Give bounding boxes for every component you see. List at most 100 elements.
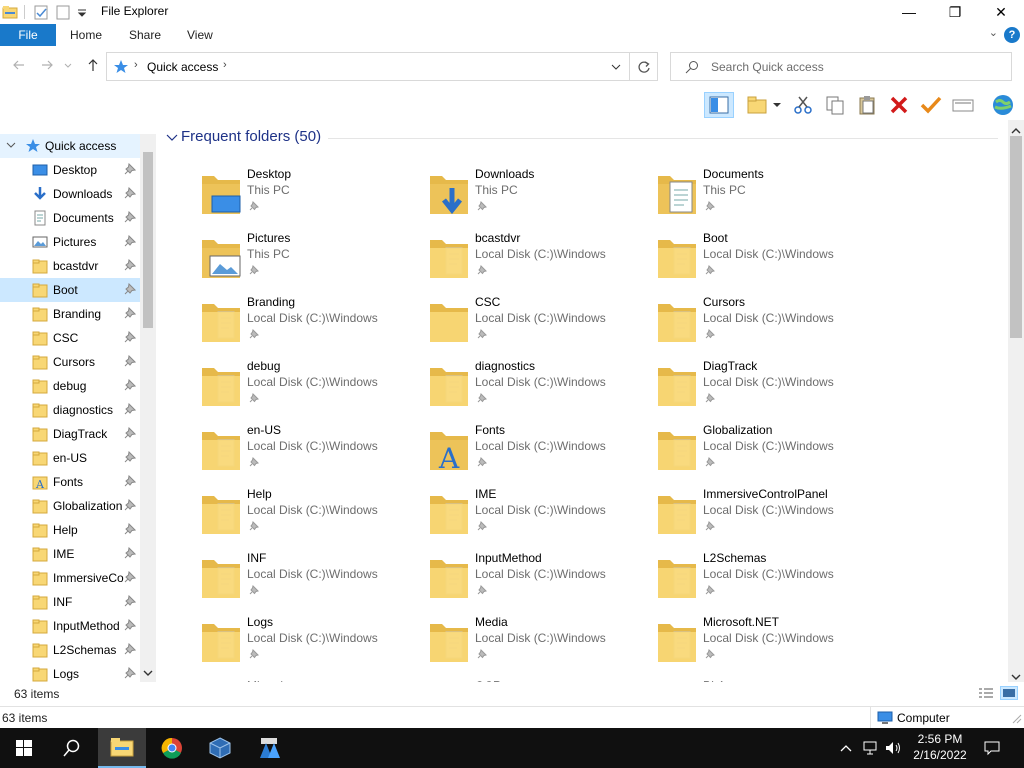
sidebar-item-boot[interactable]: Boot: [0, 278, 140, 302]
pin-icon[interactable]: [124, 474, 137, 487]
folder-tile[interactable]: Desktop This PC: [160, 164, 388, 228]
pin-icon[interactable]: [124, 210, 137, 223]
pin-icon[interactable]: [477, 648, 487, 659]
content-scroll-down-arrow-icon[interactable]: [1011, 670, 1021, 684]
expand-ribbon-chevron-icon[interactable]: ⌄: [989, 26, 998, 39]
network-globe-icon[interactable]: [990, 92, 1016, 118]
folder-tile[interactable]: Pictures This PC: [160, 228, 388, 292]
sidebar-item-l2schemas[interactable]: L2Schemas: [0, 638, 140, 662]
close-button[interactable]: ✕: [978, 0, 1024, 24]
pin-icon[interactable]: [249, 520, 259, 531]
group-collapse-chevron-icon[interactable]: [166, 132, 178, 146]
folder-tile[interactable]: Help Local Disk (C:)\Windows: [160, 484, 388, 548]
pin-icon[interactable]: [124, 402, 137, 415]
up-button[interactable]: [84, 58, 102, 76]
tiles-view-icon[interactable]: [1000, 686, 1018, 700]
cut-icon[interactable]: [790, 92, 816, 118]
preview-pane-icon[interactable]: [704, 92, 734, 118]
pin-icon[interactable]: [124, 378, 137, 391]
sidebar-item-help[interactable]: Help: [0, 518, 140, 542]
sidebar-item-ime[interactable]: IME: [0, 542, 140, 566]
pin-icon[interactable]: [124, 162, 137, 175]
sidebar-scroll-thumb[interactable]: [143, 152, 153, 328]
folder-tile[interactable]: IME Local Disk (C:)\Windows: [388, 484, 616, 548]
folder-tile[interactable]: diagnostics Local Disk (C:)\Windows: [388, 356, 616, 420]
pin-icon[interactable]: [249, 456, 259, 467]
folder-tile[interactable]: debug Local Disk (C:)\Windows: [160, 356, 388, 420]
pin-icon[interactable]: [124, 594, 137, 607]
pin-icon[interactable]: [705, 648, 715, 659]
pin-icon[interactable]: [124, 330, 137, 343]
details-view-icon[interactable]: [978, 687, 994, 702]
sidebar-item-diagnostics[interactable]: diagnostics: [0, 398, 140, 422]
pin-icon[interactable]: [124, 642, 137, 655]
pin-icon[interactable]: [249, 328, 259, 339]
pin-icon[interactable]: [249, 584, 259, 595]
expand-chevron-icon[interactable]: [6, 139, 16, 153]
folder-tile[interactable]: Downloads This PC: [388, 164, 616, 228]
network-icon[interactable]: [860, 728, 882, 768]
folder-tile[interactable]: Migration: [160, 676, 388, 682]
cs-app-taskbar-icon[interactable]: [246, 728, 294, 768]
folder-tile[interactable]: Microsoft.NET Local Disk (C:)\Windows: [616, 612, 844, 676]
search-taskbar-icon[interactable]: [48, 728, 96, 768]
pin-icon[interactable]: [705, 584, 715, 595]
customize-toolbar-icon[interactable]: [77, 4, 93, 20]
pin-icon[interactable]: [249, 200, 259, 211]
breadcrumb-quick-access[interactable]: Quick access: [147, 60, 218, 74]
pin-icon[interactable]: [124, 546, 137, 559]
pin-icon[interactable]: [124, 234, 137, 247]
maximize-button[interactable]: ❐: [932, 0, 978, 24]
sidebar-item-bcastdvr[interactable]: bcastdvr: [0, 254, 140, 278]
pin-icon[interactable]: [124, 426, 137, 439]
resize-grip-icon[interactable]: [1012, 713, 1022, 727]
sidebar-item-downloads[interactable]: Downloads: [0, 182, 140, 206]
pin-icon[interactable]: [705, 520, 715, 531]
back-button[interactable]: [10, 58, 28, 76]
folder-tile[interactable]: ImmersiveControlPanel Local Disk (C:)\Win…: [616, 484, 844, 548]
folder-tile[interactable]: Branding Local Disk (C:)\Windows: [160, 292, 388, 356]
pin-icon[interactable]: [124, 354, 137, 367]
forward-button[interactable]: [38, 58, 56, 76]
pin-icon[interactable]: [124, 618, 137, 631]
folder-tile[interactable]: Media Local Disk (C:)\Windows: [388, 612, 616, 676]
help-button[interactable]: ?: [1004, 27, 1020, 43]
breadcrumb-chevron-icon[interactable]: ›: [223, 59, 227, 71]
folder-tile[interactable]: PLA: [616, 676, 844, 682]
pin-icon[interactable]: [249, 648, 259, 659]
new-item-icon[interactable]: [744, 92, 770, 118]
sidebar-item-desktop[interactable]: Desktop: [0, 158, 140, 182]
sidebar-item-en-us[interactable]: en-US: [0, 446, 140, 470]
delete-icon[interactable]: [886, 92, 912, 118]
pin-icon[interactable]: [705, 456, 715, 467]
volume-icon[interactable]: [882, 728, 904, 768]
new-folder-icon[interactable]: [55, 4, 71, 20]
sidebar-item-fonts[interactable]: A Fonts: [0, 470, 140, 494]
folder-tile[interactable]: Cursors Local Disk (C:)\Windows: [616, 292, 844, 356]
folder-tile[interactable]: InputMethod Local Disk (C:)\Windows: [388, 548, 616, 612]
group-header[interactable]: Frequent folders (50): [181, 128, 321, 145]
address-bar[interactable]: › Quick access ›: [106, 52, 630, 81]
pin-icon[interactable]: [477, 200, 487, 211]
sidebar-item-cursors[interactable]: Cursors: [0, 350, 140, 374]
sidebar-item-logs[interactable]: Logs: [0, 662, 140, 682]
sidebar-item-immersiveco[interactable]: ImmersiveCo: [0, 566, 140, 590]
pin-icon[interactable]: [477, 584, 487, 595]
search-box[interactable]: Search Quick access: [670, 52, 1012, 81]
refresh-button[interactable]: [630, 52, 658, 81]
address-dropdown-icon[interactable]: [611, 61, 621, 75]
show-hidden-icons-chevron-icon[interactable]: [838, 728, 854, 768]
chrome-taskbar-icon[interactable]: [148, 728, 196, 768]
sidebar-item-inf[interactable]: INF: [0, 590, 140, 614]
folder-tile[interactable]: Globalization Local Disk (C:)\Windows: [616, 420, 844, 484]
folder-tile[interactable]: A A Fonts Local Disk (C:)\Windows: [388, 420, 616, 484]
pin-icon[interactable]: [124, 450, 137, 463]
folder-tile[interactable]: en-US Local Disk (C:)\Windows: [160, 420, 388, 484]
sidebar-item-debug[interactable]: debug: [0, 374, 140, 398]
copy-icon[interactable]: [822, 92, 848, 118]
pin-icon[interactable]: [124, 258, 137, 271]
folder-tile[interactable]: INF Local Disk (C:)\Windows: [160, 548, 388, 612]
folder-tile[interactable]: CSC Local Disk (C:)\Windows: [388, 292, 616, 356]
sidebar-item-inputmethod[interactable]: InputMethod: [0, 614, 140, 638]
pin-icon[interactable]: [124, 282, 137, 295]
